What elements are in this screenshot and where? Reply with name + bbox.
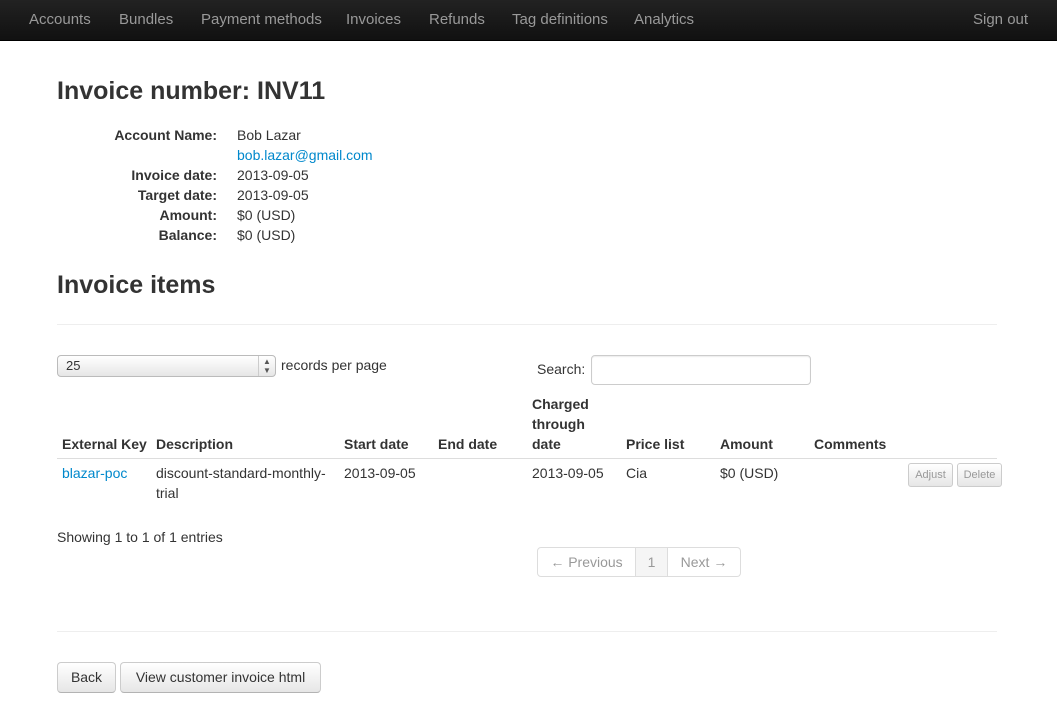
description-cell: discount-standard-monthly- trial <box>156 463 326 503</box>
col-external-key[interactable]: External Key <box>62 434 147 454</box>
target-date-value: 2013-09-05 <box>237 187 309 203</box>
price-list-cell: Cia <box>626 465 648 481</box>
nav-refunds[interactable]: Refunds <box>429 0 485 41</box>
view-customer-invoice-html-button[interactable]: View customer invoice html <box>120 662 321 693</box>
search-input[interactable] <box>591 355 811 385</box>
records-per-page-label: records per page <box>281 357 387 373</box>
back-button[interactable]: Back <box>57 662 116 693</box>
col-description[interactable]: Description <box>156 434 233 454</box>
page-size-value: 25 <box>66 358 81 373</box>
search-label: Search: <box>537 361 586 377</box>
nav-tag-definitions[interactable]: Tag definitions <box>512 0 608 41</box>
nav-payment-methods[interactable]: Payment methods <box>201 0 322 41</box>
account-name-value: Bob Lazar <box>237 127 301 143</box>
account-email-link[interactable]: bob.lazar@gmail.com <box>237 145 373 165</box>
section-divider <box>57 324 997 325</box>
balance-value: $0 (USD) <box>237 227 296 243</box>
next-page-button[interactable]: Next → <box>668 547 741 577</box>
amount-label: Amount: <box>159 207 217 223</box>
sign-out-link[interactable]: Sign out <box>973 0 1028 41</box>
invoice-date-value: 2013-09-05 <box>237 167 309 183</box>
col-start-date[interactable]: Start date <box>344 434 409 454</box>
col-charged-through-line1: Charged <box>532 396 589 412</box>
col-end-date[interactable]: End date <box>438 434 497 454</box>
description-line1: discount-standard-monthly- <box>156 465 326 481</box>
external-key-link[interactable]: blazar-poc <box>62 463 127 483</box>
invoice-items-heading: Invoice items <box>57 271 216 299</box>
col-comments[interactable]: Comments <box>814 434 886 454</box>
col-amount[interactable]: Amount <box>720 434 773 454</box>
nav-accounts[interactable]: Accounts <box>29 0 91 41</box>
nav-analytics[interactable]: Analytics <box>634 0 694 41</box>
page-1-button[interactable]: 1 <box>636 547 668 577</box>
pagination: ← Previous 1 Next → <box>537 547 741 577</box>
amount-cell: $0 (USD) <box>720 465 779 481</box>
previous-page-button[interactable]: ← Previous <box>537 547 636 577</box>
select-arrows-icon: ▲ ▼ <box>258 356 275 376</box>
invoice-date-label: Invoice date: <box>131 167 217 183</box>
page-size-select[interactable]: 25 ▲ ▼ <box>57 355 276 377</box>
nav-bundles[interactable]: Bundles <box>119 0 173 41</box>
col-charged-through-line2: through <box>532 416 585 432</box>
footer-divider <box>57 631 997 632</box>
col-charged-through-line3: date <box>532 436 561 452</box>
top-navbar: Accounts Bundles Payment methods Invoice… <box>0 0 1057 41</box>
description-line2: trial <box>156 485 179 501</box>
adjust-button[interactable]: Adjust <box>908 463 953 487</box>
amount-value: $0 (USD) <box>237 207 296 223</box>
account-name-label: Account Name: <box>114 127 217 143</box>
delete-button[interactable]: Delete <box>957 463 1002 487</box>
col-charged-through-date[interactable]: Charged through date <box>532 394 589 454</box>
target-date-label: Target date: <box>137 187 217 203</box>
table-info: Showing 1 to 1 of 1 entries <box>57 529 223 545</box>
balance-label: Balance: <box>158 227 217 243</box>
page-title: Invoice number: INV11 <box>57 77 326 105</box>
table-header-border <box>57 458 997 459</box>
nav-invoices[interactable]: Invoices <box>346 0 401 41</box>
charged-through-cell: 2013-09-05 <box>532 465 604 481</box>
col-price-list[interactable]: Price list <box>626 434 684 454</box>
start-date-cell: 2013-09-05 <box>344 465 416 481</box>
